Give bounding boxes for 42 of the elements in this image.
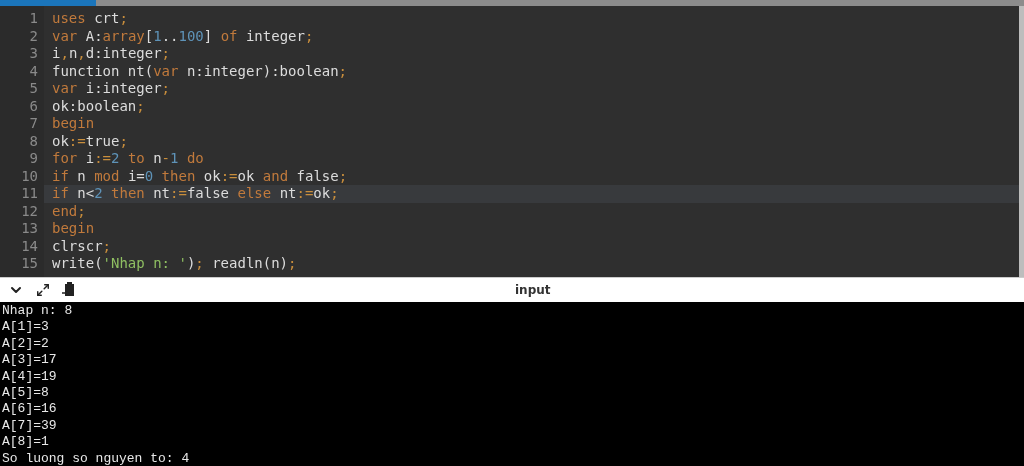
code-line: ok:boolean; [51,97,146,115]
console-line: A[6]=16 [2,401,57,418]
line-number: 7 [28,115,39,133]
line-number: 5 [28,80,39,98]
line-number: 3 [28,45,39,63]
panel-title: input [515,283,551,297]
code-line: write('Nhap n: '); readln(n); [51,255,298,273]
line-number: 2 [28,27,39,45]
line-number: 14 [20,237,39,255]
code-line: var i:integer; [51,80,172,98]
line-number: 15 [20,255,39,273]
line-number: 1 [28,10,39,28]
console-line: A[4]=19 [2,368,57,386]
code-line: clrscr; [51,237,112,255]
code-line: ok:=true; [51,132,129,150]
code-line: begin [51,115,96,133]
code-line: for i:=2 to n-1 do [51,150,205,168]
line-number: 6 [28,97,39,115]
code-line: function nt(var n:integer):boolean; [51,62,349,80]
console-line: So luong so nguyen to: 4 [2,450,190,466]
console-line: A[5]=8 [2,385,49,402]
console-line: A[8]=1 [2,434,49,451]
console-line: A[1]=3 [2,319,49,336]
line-number: 12 [20,202,39,220]
code-line: begin [51,220,96,238]
code-line: var A:array[1..100] of integer; [51,27,315,45]
line-number: 9 [28,150,39,168]
line-number: 13 [20,220,39,238]
code-line: if n mod i=0 then ok:=ok and false; [51,167,349,185]
line-number: 4 [28,62,39,80]
line-number: 10 [20,167,39,185]
code-line: end; [51,202,87,220]
expand-icon[interactable] [36,283,50,297]
code-line: i,n,d:integer; [51,45,172,63]
console-line: A[2]=2 [2,335,49,353]
line-number: 11 [20,185,39,203]
code-line: uses crt; [51,10,129,28]
console-line: A[7]=39 [2,417,57,435]
console-line: Nhap n: 8 [2,303,73,320]
line-number: 8 [28,132,39,150]
console-line: A[3]=17 [2,352,57,369]
clipboard-icon[interactable] [62,282,76,298]
